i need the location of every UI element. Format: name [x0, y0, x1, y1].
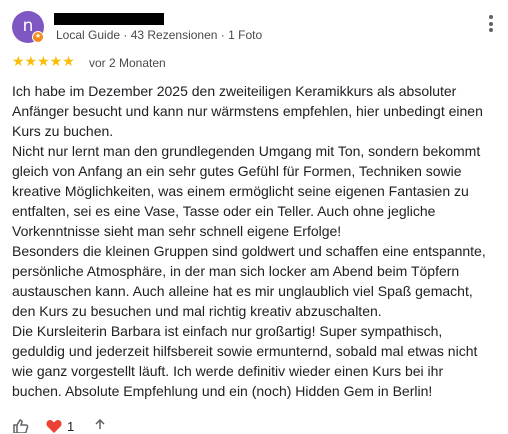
- share-icon[interactable]: [92, 419, 108, 433]
- rating-row: ★★★★★ vor 2 Monaten: [12, 54, 312, 70]
- review-actions: 1: [12, 419, 212, 434]
- review-paragraph: Nicht nur lernt man den grundlegenden Um…: [12, 143, 481, 239]
- review-paragraph: Ich habe im Dezember 2025 den zweiteilig…: [12, 83, 483, 139]
- avatar-initial: n: [22, 16, 34, 36]
- star-badge-icon: ★: [32, 31, 44, 43]
- heart-icon[interactable]: [46, 419, 62, 433]
- review-time: vor 2 Monaten: [89, 56, 166, 70]
- review-paragraph: Die Kursleiterin Barbara ist einfach nur…: [12, 323, 478, 399]
- reviewer-name-redacted[interactable]: [54, 13, 164, 25]
- more-options-icon[interactable]: [484, 15, 498, 37]
- review-paragraph: Besonders die kleinen Gruppen sind goldw…: [12, 243, 486, 319]
- review-text: Ich habe im Dezember 2025 den zweiteilig…: [12, 81, 496, 401]
- review-header: n ★ Local Guide · 43 Rezensionen · 1 Fot…: [12, 11, 498, 45]
- reaction-count: 1: [67, 419, 75, 434]
- reviewer-meta: Local Guide · 43 Rezensionen · 1 Foto: [56, 28, 263, 42]
- star-rating: ★★★★★: [12, 54, 75, 70]
- thumbs-up-icon[interactable]: [12, 419, 30, 433]
